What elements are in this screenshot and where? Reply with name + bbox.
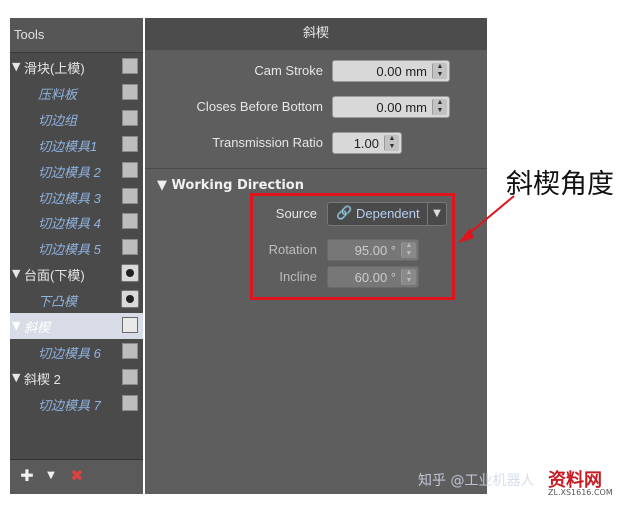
annotation-label: 斜楔角度 xyxy=(506,169,614,200)
watermark-text: 知乎 @工业机器人 xyxy=(418,473,535,489)
watermark-logo-sub: ZL.XS1616.COM xyxy=(548,488,613,497)
annotation-arrow xyxy=(458,195,515,243)
